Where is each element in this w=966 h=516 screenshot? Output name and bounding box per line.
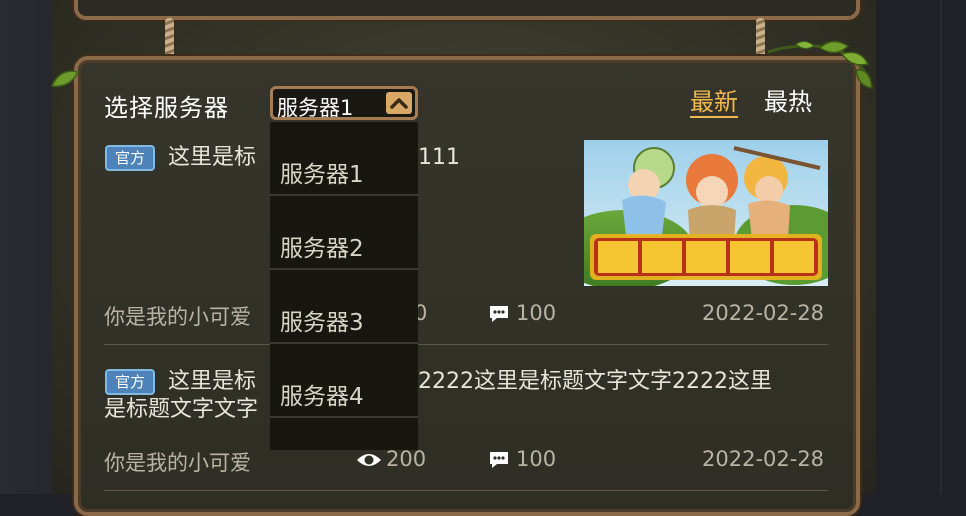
server-select-value: 服务器1 (277, 96, 354, 120)
view-count: 200 (386, 447, 427, 471)
server-dropdown: 服务器1 服务器2 服务器3 服务器4 (270, 122, 418, 450)
row-divider (104, 344, 828, 345)
post-title[interactable]: 这里是标 (168, 368, 256, 396)
server-option-label: 服务器3 (280, 310, 364, 336)
chevron-up-icon[interactable] (386, 92, 412, 114)
post-title[interactable]: 这里是标 (168, 144, 256, 172)
top-board (74, 0, 860, 20)
server-option-4[interactable]: 服务器4 (270, 344, 418, 418)
server-option-label: 服务器4 (280, 384, 364, 410)
server-option-2[interactable]: 服务器2 (270, 196, 418, 270)
server-option-label: 服务器2 (280, 236, 364, 262)
post-date: 2022-02-28 (702, 447, 825, 471)
server-option-1[interactable]: 服务器1 (270, 122, 418, 196)
post-title-tail[interactable]: 111 (418, 144, 460, 172)
official-badge: 官方 (105, 145, 155, 171)
left-rope (165, 18, 174, 58)
post-date: 2022-02-28 (702, 301, 825, 325)
leaf-icon (50, 70, 80, 87)
post-author: 你是我的小可爱 (104, 305, 251, 329)
comment-icon (488, 450, 510, 474)
post-title-line2[interactable]: 是标题文字文字 (104, 396, 258, 424)
game-banner-image[interactable] (584, 140, 828, 286)
select-server-label: 选择服务器 (104, 94, 229, 122)
comment-count: 100 (516, 447, 557, 471)
tab-hottest[interactable]: 最热 (764, 88, 812, 116)
tab-newest[interactable]: 最新 (690, 88, 738, 118)
post-author: 你是我的小可爱 (104, 451, 251, 475)
comment-count: 100 (516, 301, 557, 325)
post-title-tail[interactable]: 2222这里是标题文字文字2222这里 (418, 368, 772, 396)
eye-icon (355, 450, 383, 474)
right-backdrop (876, 0, 966, 494)
left-backdrop (0, 0, 52, 494)
row-divider (104, 490, 828, 491)
server-option-label: 服务器1 (280, 162, 364, 188)
right-divider (940, 0, 942, 494)
comment-icon (488, 304, 510, 328)
official-badge: 官方 (105, 369, 155, 395)
server-option-3[interactable]: 服务器3 (270, 270, 418, 344)
server-select[interactable]: 服务器1 (270, 86, 418, 120)
